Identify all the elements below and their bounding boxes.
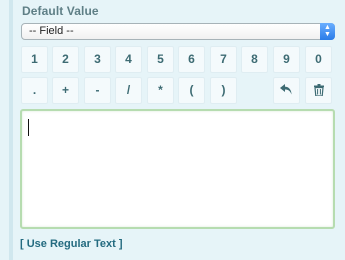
undo-icon: [280, 84, 292, 95]
key-7[interactable]: 7: [210, 46, 237, 73]
use-regular-text-link[interactable]: [ Use Regular Text ]: [20, 238, 123, 250]
key-minus[interactable]: -: [84, 77, 111, 104]
field-select-value: -- Field --: [29, 25, 74, 37]
select-arrows-icon: ▲ ▼: [320, 23, 335, 40]
field-select[interactable]: -- Field -- ▲ ▼: [21, 23, 335, 40]
key-multiply[interactable]: *: [147, 77, 174, 104]
key-close-paren[interactable]: ): [210, 77, 237, 104]
key-spacer: [241, 77, 268, 104]
formula-panel: Default Value -- Field -- ▲ ▼ 1 2 3 4 5 6…: [0, 0, 345, 260]
key-5[interactable]: 5: [147, 46, 174, 73]
key-1[interactable]: 1: [21, 46, 48, 73]
key-4[interactable]: 4: [115, 46, 142, 73]
key-2[interactable]: 2: [52, 46, 79, 73]
key-plus[interactable]: +: [52, 77, 79, 104]
delete-button[interactable]: [305, 77, 332, 104]
key-6[interactable]: 6: [178, 46, 205, 73]
key-9[interactable]: 9: [273, 46, 300, 73]
formula-editor[interactable]: [20, 109, 335, 229]
key-dot[interactable]: .: [21, 77, 48, 104]
trash-icon: [313, 83, 324, 96]
panel-left-border: [9, 0, 13, 260]
key-3[interactable]: 3: [84, 46, 111, 73]
key-open-paren[interactable]: (: [178, 77, 205, 104]
text-caret: [28, 119, 29, 136]
key-8[interactable]: 8: [241, 46, 268, 73]
key-0[interactable]: 0: [305, 46, 332, 73]
default-value-label: Default Value: [22, 4, 99, 18]
key-divide[interactable]: /: [115, 77, 142, 104]
undo-button[interactable]: [273, 77, 300, 104]
